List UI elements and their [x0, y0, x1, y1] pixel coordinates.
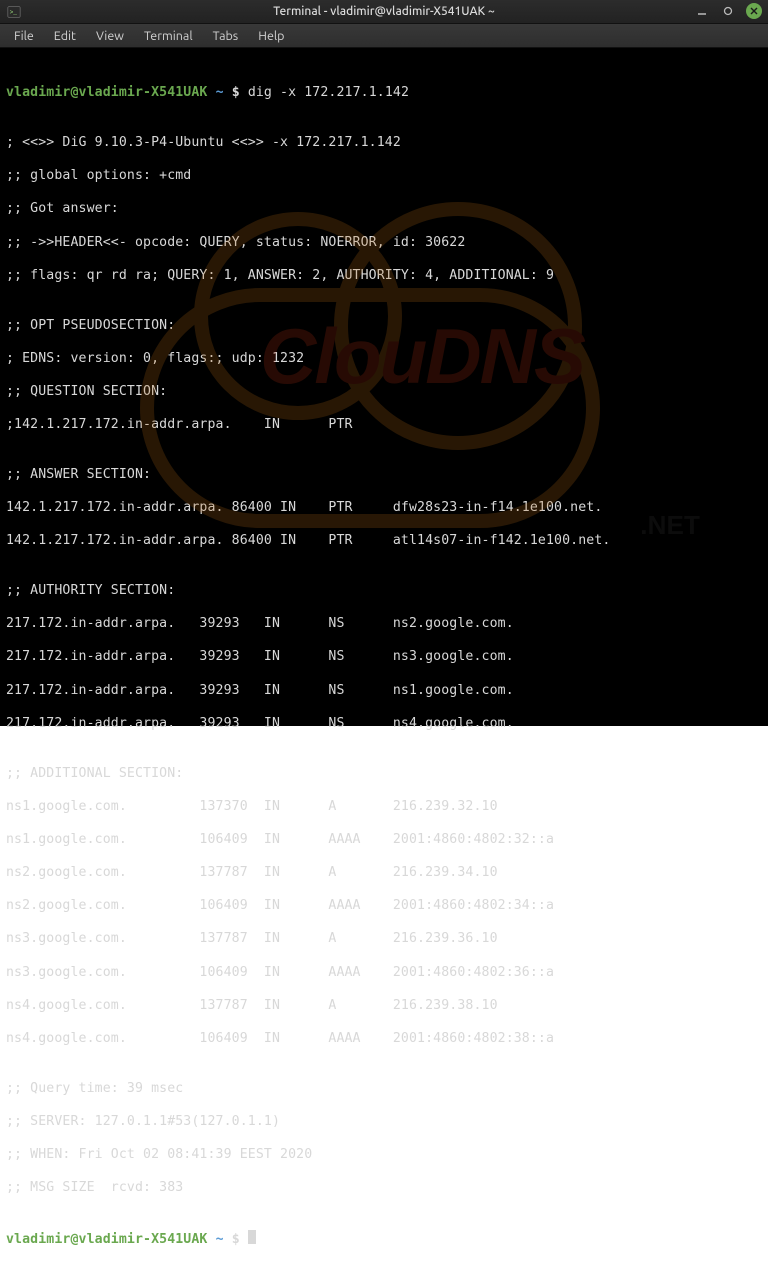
menu-help[interactable]: Help [250, 27, 292, 45]
watermark-suffix: .NET [640, 517, 700, 534]
menubar: File Edit View Terminal Tabs Help [0, 24, 768, 48]
output-line: 217.172.in-addr.arpa. 39293 IN NS ns2.go… [6, 616, 762, 633]
window-title: Terminal - vladimir@vladimir-X541UAK ~ [273, 5, 494, 18]
output-line: 217.172.in-addr.arpa. 39293 IN NS ns3.go… [6, 649, 762, 666]
menu-tabs[interactable]: Tabs [205, 27, 247, 45]
prompt-user-host: vladimir@vladimir-X541UAK [6, 1232, 208, 1247]
output-line: 142.1.217.172.in-addr.arpa. 86400 IN PTR… [6, 533, 762, 550]
output-line: 142.1.217.172.in-addr.arpa. 86400 IN PTR… [6, 500, 762, 517]
output-line: ;; MSG SIZE rcvd: 383 [6, 1180, 762, 1197]
output-line: ;; QUESTION SECTION: [6, 384, 762, 401]
output-line: ;; ANSWER SECTION: [6, 467, 762, 484]
output-line: ;; Query time: 39 msec [6, 1081, 762, 1098]
menu-edit[interactable]: Edit [46, 27, 84, 45]
output-line: ;; ->>HEADER<<- opcode: QUERY, status: N… [6, 235, 762, 252]
output-line: ns4.google.com. 106409 IN AAAA 2001:4860… [6, 1031, 762, 1048]
output-line: ; <<>> DiG 9.10.3-P4-Ubuntu <<>> -x 172.… [6, 135, 762, 152]
cursor [248, 1230, 256, 1244]
output-line: 217.172.in-addr.arpa. 39293 IN NS ns1.go… [6, 683, 762, 700]
prompt-line: vladimir@vladimir-X541UAK ~ $ dig -x 172… [6, 85, 762, 102]
menu-view[interactable]: View [88, 27, 132, 45]
prompt-user-host: vladimir@vladimir-X541UAK [6, 85, 208, 100]
maximize-button[interactable] [720, 3, 736, 19]
menu-file[interactable]: File [6, 27, 42, 45]
close-button[interactable] [746, 3, 762, 19]
output-line: ;; Got answer: [6, 201, 762, 218]
prompt-path: ~ [216, 85, 224, 100]
prompt-symbol: $ [232, 85, 240, 100]
output-line: ns2.google.com. 106409 IN AAAA 2001:4860… [6, 898, 762, 915]
terminal-window: >_ Terminal - vladimir@vladimir-X541UAK … [0, 0, 768, 726]
output-line: 217.172.in-addr.arpa. 39293 IN NS ns4.go… [6, 716, 762, 733]
output-line: ; EDNS: version: 0, flags:; udp: 1232 [6, 351, 762, 368]
svg-text:>_: >_ [10, 9, 18, 16]
prompt-line: vladimir@vladimir-X541UAK ~ $ [6, 1230, 762, 1249]
prompt-path: ~ [216, 1232, 224, 1247]
output-line: ;; SERVER: 127.0.1.1#53(127.0.1.1) [6, 1114, 762, 1131]
command-text: dig -x 172.217.1.142 [248, 85, 409, 100]
menu-terminal[interactable]: Terminal [136, 27, 201, 45]
prompt-symbol: $ [232, 1232, 240, 1247]
output-line: ;; ADDITIONAL SECTION: [6, 766, 762, 783]
output-line: ;142.1.217.172.in-addr.arpa. IN PTR [6, 417, 762, 434]
output-line: ns2.google.com. 137787 IN A 216.239.34.1… [6, 865, 762, 882]
output-line: ;; global options: +cmd [6, 168, 762, 185]
output-line: ns3.google.com. 137787 IN A 216.239.36.1… [6, 931, 762, 948]
output-line: ;; OPT PSEUDOSECTION: [6, 318, 762, 335]
output-line: ns4.google.com. 137787 IN A 216.239.38.1… [6, 998, 762, 1015]
titlebar[interactable]: >_ Terminal - vladimir@vladimir-X541UAK … [0, 0, 768, 24]
output-line: ;; flags: qr rd ra; QUERY: 1, ANSWER: 2,… [6, 268, 762, 285]
terminal-viewport[interactable]: ClouDNS .NET vladimir@vladimir-X541UAK ~… [0, 48, 768, 726]
minimize-button[interactable] [694, 3, 710, 19]
output-line: ;; AUTHORITY SECTION: [6, 583, 762, 600]
output-line: ns1.google.com. 137370 IN A 216.239.32.1… [6, 799, 762, 816]
output-line: ns3.google.com. 106409 IN AAAA 2001:4860… [6, 965, 762, 982]
output-line: ns1.google.com. 106409 IN AAAA 2001:4860… [6, 832, 762, 849]
app-icon: >_ [6, 4, 22, 20]
output-line: ;; WHEN: Fri Oct 02 08:41:39 EEST 2020 [6, 1147, 762, 1164]
window-controls [694, 3, 762, 19]
